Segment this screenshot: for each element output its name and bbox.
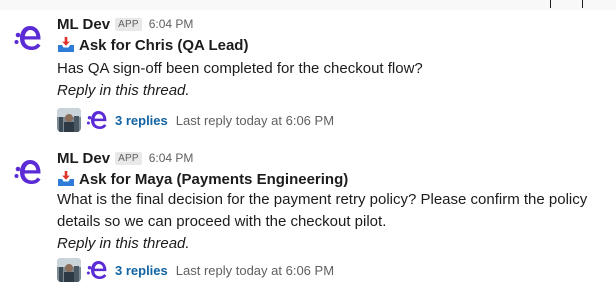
previous-message-footer <box>0 0 616 10</box>
message-header: ML Dev APP 6:04 PM <box>57 14 193 34</box>
replies-link[interactable]: 3 replies <box>115 113 168 128</box>
replies-link[interactable]: 3 replies <box>115 263 168 278</box>
last-reply-text: Last reply today at 6:06 PM <box>175 112 335 128</box>
thread-summary[interactable]: 3 replies Last reply today at 6:06 PM <box>57 108 334 132</box>
sender-name[interactable]: ML Dev <box>57 16 110 33</box>
timestamp[interactable]: 6:04 PM <box>149 151 194 165</box>
thread-summary[interactable]: 3 replies Last reply today at 6:06 PM <box>57 258 334 282</box>
app-badge: APP <box>115 17 142 31</box>
message-body-line-1: Has QA sign-off been completed for the c… <box>57 60 423 77</box>
message-actions-remnant <box>0 0 616 10</box>
bot-avatar-small-icon <box>86 261 107 279</box>
last-reply-text: Last reply today at 6:06 PM <box>175 262 335 278</box>
bot-avatar-icon[interactable] <box>12 156 44 188</box>
action-divider-2 <box>582 0 583 8</box>
reply-note: Reply in this thread. <box>57 235 190 252</box>
reply-note: Reply in this thread. <box>57 82 190 99</box>
user-avatar-photo <box>57 108 81 132</box>
inbox-tray-icon <box>58 37 74 52</box>
message-title: Ask for Maya (Payments Engineering) <box>57 169 348 189</box>
bot-avatar-small-icon <box>86 111 107 129</box>
timestamp[interactable]: 6:04 PM <box>149 17 194 31</box>
message-1: ML Dev APP 6:04 PM Ask for Chris (QA Lea… <box>0 14 616 138</box>
action-divider-1 <box>550 0 551 8</box>
message-body-line-2: details so we can proceed with the check… <box>57 213 387 230</box>
app-badge: APP <box>115 151 142 165</box>
message-body-line-1: What is the final decision for the payme… <box>57 191 588 208</box>
user-avatar-photo <box>57 258 81 282</box>
inbox-tray-icon <box>58 171 74 186</box>
title-text: Ask for Maya (Payments Engineering) <box>79 170 349 188</box>
message-2: ML Dev APP 6:04 PM Ask for Maya (Payment… <box>0 148 616 298</box>
message-title: Ask for Chris (QA Lead) <box>57 35 248 55</box>
sender-name[interactable]: ML Dev <box>57 150 110 167</box>
bot-avatar-icon[interactable] <box>12 22 44 54</box>
title-text: Ask for Chris (QA Lead) <box>79 36 249 54</box>
message-header: ML Dev APP 6:04 PM <box>57 148 193 168</box>
